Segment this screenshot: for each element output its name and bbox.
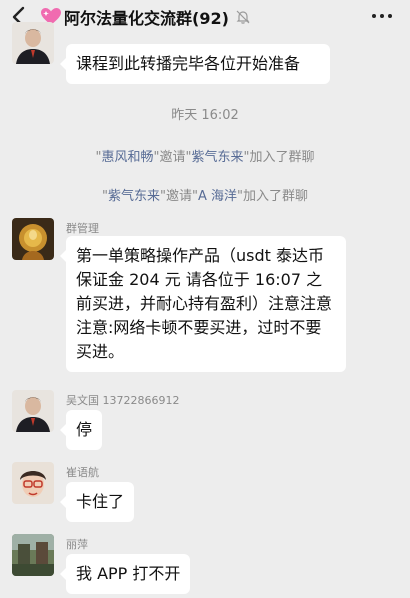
message-bubble[interactable]: 第一单策略操作产品（usdt 泰达币 保证金 204 元 请各位于 16:07 …	[60, 236, 346, 372]
sender-name: 吴文国 13722866912	[66, 394, 180, 407]
system-message: "惠风和畅"邀请"紫气东来"加入了群聊	[95, 150, 315, 165]
chat-title: 阿尔法量化交流群(92)	[64, 9, 229, 28]
message-text: 我 APP 打不开	[76, 564, 181, 583]
mute-bell-icon	[236, 10, 250, 24]
message-bubble[interactable]: 停	[59, 410, 103, 450]
message-bubble[interactable]: 我 APP 打不开	[59, 554, 191, 594]
message-text: 第一单策略操作产品（usdt 泰达币 保证金 204 元 请各位于 16:07 …	[76, 246, 333, 361]
system-message: "紫气东来"邀请"A 海洋"加入了群聊	[101, 189, 308, 204]
user-link[interactable]: 紫气东来	[191, 150, 243, 165]
message-text: 停	[76, 420, 93, 439]
chat-title-group: 阿尔法量化交流群(92)	[40, 5, 251, 29]
avatar[interactable]	[12, 390, 54, 432]
avatar[interactable]	[12, 22, 54, 64]
user-link[interactable]: 惠风和畅	[101, 150, 153, 165]
sender-name: 群管理	[66, 222, 99, 235]
sender-name: 丽萍	[66, 538, 88, 551]
avatar[interactable]	[12, 534, 54, 576]
message-bubble[interactable]: 卡住了	[59, 482, 135, 522]
more-options-icon[interactable]	[372, 14, 392, 18]
message-text: 卡住了	[76, 492, 125, 511]
avatar[interactable]	[12, 218, 54, 260]
message-bubble[interactable]: 课程到此转播完毕各位开始准备	[60, 44, 330, 84]
message-text: 课程到此转播完毕各位开始准备	[76, 54, 301, 73]
chat-header: 阿尔法量化交流群(92)	[0, 0, 410, 34]
sender-name: 崔语航	[66, 466, 99, 479]
user-link[interactable]: A 海洋	[198, 189, 237, 204]
avatar[interactable]	[12, 462, 54, 504]
timestamp: 昨天 16:02	[171, 108, 239, 123]
user-link[interactable]: 紫气东来	[108, 189, 160, 204]
